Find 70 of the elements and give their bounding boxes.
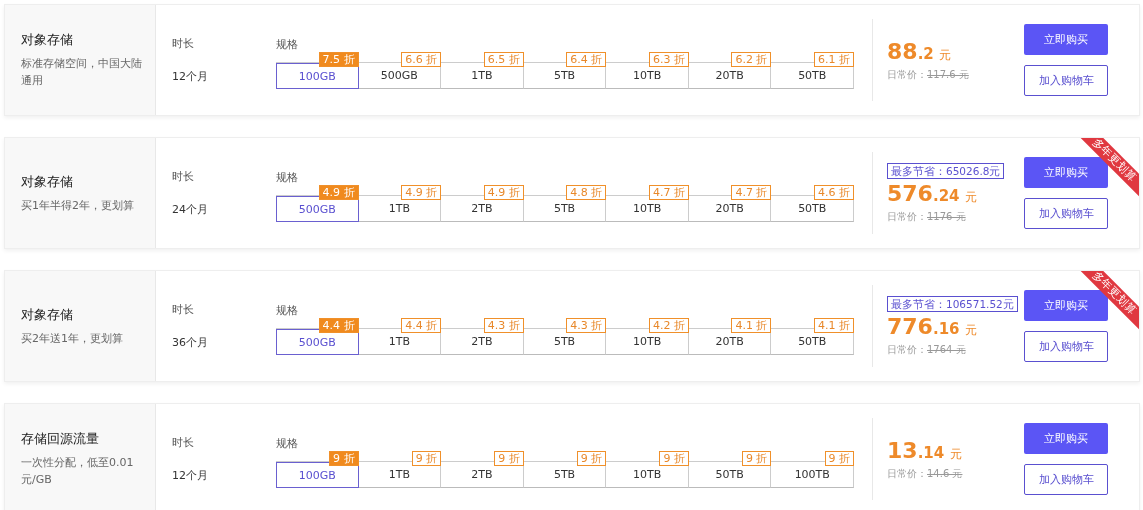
discount-tag: 4.6 折 xyxy=(814,185,855,200)
product-description: 标准存储空间，中国大陆通用 xyxy=(21,56,143,89)
discount-tag: 6.2 折 xyxy=(731,52,772,67)
discount-tag: 4.7 折 xyxy=(648,185,689,200)
spec-label: 规格 xyxy=(276,170,299,185)
price-amount: 13.14 元 xyxy=(887,437,963,463)
discount-tag: 4.3 折 xyxy=(483,318,524,333)
regular-price: 117.6 元 xyxy=(927,68,969,80)
discount-tag: 7.5 折 xyxy=(318,52,359,67)
regular-price-label: 日常价： xyxy=(887,467,927,479)
price-amount: 776.16 元 xyxy=(887,313,979,339)
discount-tag: 9 折 xyxy=(329,451,359,466)
discount-tag: 9 折 xyxy=(494,451,524,466)
discount-tag: 4.9 折 xyxy=(483,185,524,200)
spec-label: 规格 xyxy=(276,37,299,52)
discount-tag: 6.5 折 xyxy=(483,52,524,67)
spec-label: 规格 xyxy=(276,436,299,451)
discount-tag: 9 折 xyxy=(576,451,607,466)
discount-tag: 6.1 折 xyxy=(814,52,855,67)
product-description: 买1年半得2年，更划算 xyxy=(21,197,135,214)
duration-value: 24个月 xyxy=(172,202,209,217)
discount-tag: 6.6 折 xyxy=(401,52,442,67)
buy-now-button[interactable]: 立即购买 xyxy=(1024,24,1108,55)
product-title: 对象存储 xyxy=(21,31,74,49)
product-title: 对象存储 xyxy=(21,172,74,191)
regular-price: 14.6 元 xyxy=(927,467,963,479)
spec-label: 规格 xyxy=(276,303,299,318)
discount-tag: 9 折 xyxy=(824,451,855,466)
discount-tag: 6.3 折 xyxy=(648,52,689,67)
discount-tag: 4.3 折 xyxy=(566,318,607,333)
discount-tag: 4.2 折 xyxy=(648,318,689,333)
discount-tag: 4.9 折 xyxy=(318,185,359,200)
regular-price-label: 日常价： xyxy=(887,68,927,80)
product-description: 买2年送1年，更划算 xyxy=(21,330,124,347)
savings-badge: 最多节省：65026.8元 xyxy=(887,162,1005,179)
discount-tag: 4.8 折 xyxy=(566,185,607,200)
add-to-cart-button[interactable]: 加入购物车 xyxy=(1024,65,1108,96)
discount-tag: 4.1 折 xyxy=(731,318,772,333)
buy-now-button[interactable]: 立即购买 xyxy=(1024,290,1108,321)
discount-tag: 4.7 折 xyxy=(731,185,772,200)
regular-price-label: 日常价： xyxy=(887,343,927,355)
duration-label: 时长 xyxy=(172,169,195,184)
product-description: 一次性分配，低至0.01元/GB xyxy=(21,455,135,488)
duration-label: 时长 xyxy=(172,302,195,317)
regular-price: 1176 元 xyxy=(927,210,966,222)
product-title: 存储回源流量 xyxy=(21,430,100,448)
savings-badge: 最多节省：106571.52元 xyxy=(887,295,1018,312)
buy-now-button[interactable]: 立即购买 xyxy=(1024,423,1108,454)
price-amount: 88.2 元 xyxy=(887,38,953,64)
buy-now-button[interactable]: 立即购买 xyxy=(1024,157,1108,188)
duration-label: 时长 xyxy=(172,36,195,51)
duration-label: 时长 xyxy=(172,435,195,450)
discount-tag: 6.4 折 xyxy=(566,52,607,67)
add-to-cart-button[interactable]: 加入购物车 xyxy=(1024,464,1108,495)
discount-tag: 9 折 xyxy=(659,451,689,466)
price-amount: 576.24 元 xyxy=(887,180,979,206)
duration-value: 12个月 xyxy=(172,468,209,483)
discount-tag: 4.9 折 xyxy=(401,185,442,200)
regular-price-label: 日常价： xyxy=(887,210,927,222)
discount-tag: 4.4 折 xyxy=(318,318,359,333)
product-title: 对象存储 xyxy=(21,305,74,324)
duration-value: 36个月 xyxy=(172,335,209,350)
discount-tag: 4.1 折 xyxy=(814,318,855,333)
duration-value: 12个月 xyxy=(172,69,209,84)
add-to-cart-button[interactable]: 加入购物车 xyxy=(1024,198,1108,229)
discount-tag: 4.4 折 xyxy=(401,318,442,333)
regular-price: 1764 元 xyxy=(927,343,966,355)
add-to-cart-button[interactable]: 加入购物车 xyxy=(1024,331,1108,362)
discount-tag: 9 折 xyxy=(411,451,442,466)
discount-tag: 9 折 xyxy=(741,451,772,466)
